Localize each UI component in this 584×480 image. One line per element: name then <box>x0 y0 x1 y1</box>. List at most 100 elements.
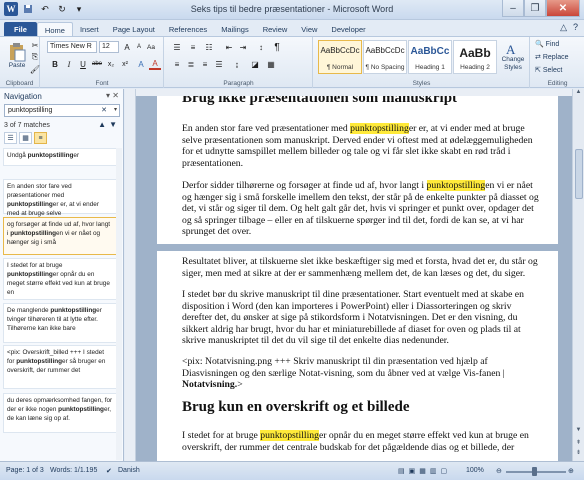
justify-icon[interactable]: ☰ <box>213 58 225 70</box>
help-icon[interactable]: ? <box>573 22 578 33</box>
text-effects-icon[interactable]: A <box>135 58 147 70</box>
vertical-scrollbar[interactable]: ▲ ▼ ⇞ ⇟ <box>572 89 584 461</box>
page-count[interactable]: Page: 1 of 3 <box>6 467 44 474</box>
grow-font-icon[interactable]: A <box>121 41 133 53</box>
document-heading: Brug ikke præsentationen som manuskript <box>182 96 458 106</box>
search-result-item[interactable]: En anden stor fare ved præsentationer me… <box>3 179 117 217</box>
tab-view[interactable]: View <box>294 22 324 37</box>
zoom-out-icon[interactable]: ⊖ <box>496 467 502 475</box>
search-result-item[interactable]: I stedet for at bruge punktopstillinger … <box>3 258 117 300</box>
underline-button[interactable]: U <box>77 58 89 70</box>
word-window: W ↶ ↻ ▾ Seks tips til bedre præsentation… <box>0 0 584 480</box>
browse-headings-icon[interactable]: ☰ <box>4 132 17 144</box>
search-highlight: punktopstilling <box>350 123 409 134</box>
word-count[interactable]: Words: 1/1.195 <box>50 467 97 474</box>
copy-icon[interactable]: ⎘ <box>29 51 41 63</box>
replace-icon: ⇄ <box>535 54 541 61</box>
tab-file[interactable]: File <box>4 22 37 37</box>
view-buttons[interactable]: ▤▣▦▥▢ <box>398 467 451 475</box>
borders-icon[interactable]: ▦ <box>265 58 277 70</box>
increase-indent-icon[interactable]: ⇥ <box>237 41 249 53</box>
style-normal[interactable]: AaBbCcDc ¶ Normal <box>318 40 362 74</box>
vertical-ruler <box>125 89 136 461</box>
show-formatting-icon[interactable]: ¶ <box>271 41 283 53</box>
style-no-spacing[interactable]: AaBbCcDc ¶ No Spacing <box>363 40 407 74</box>
next-page-icon[interactable]: ⇟ <box>573 449 584 459</box>
scrollbar-thumb[interactable] <box>575 149 583 199</box>
style-heading-1[interactable]: AaBbCc Heading 1 <box>408 40 452 74</box>
change-styles-button[interactable]: A Change Styles <box>498 39 528 75</box>
tab-home[interactable]: Home <box>36 22 73 37</box>
align-right-icon[interactable]: ≡ <box>199 58 211 70</box>
select-button[interactable]: ⇱ Select <box>535 66 583 75</box>
italic-button[interactable]: I <box>63 58 75 70</box>
status-bar: Page: 1 of 3 Words: 1/1.195 ✔ Danish ▤▣▦… <box>0 461 584 480</box>
font-group-label: Font <box>95 80 109 87</box>
browse-pages-icon[interactable]: ▦ <box>19 132 32 144</box>
decrease-indent-icon[interactable]: ⇤ <box>223 41 235 53</box>
subscript-button[interactable]: x₂ <box>105 58 117 70</box>
search-result-item[interactable]: Undgå punktopstillinger <box>3 148 117 166</box>
shading-icon[interactable]: ◪ <box>249 58 261 70</box>
clipboard-group: Paste ✂ ⎘ 🖌 Clipboard <box>0 37 40 88</box>
align-left-icon[interactable]: ≡ <box>171 58 183 70</box>
language[interactable]: Danish <box>118 467 140 474</box>
font-name-combo[interactable]: Times New R <box>47 41 97 53</box>
font-size-combo[interactable]: 12 <box>99 41 119 53</box>
browse-results-icon[interactable]: ≡ <box>34 132 47 144</box>
tab-review[interactable]: Review <box>256 22 295 37</box>
superscript-button[interactable]: x² <box>119 58 131 70</box>
shrink-font-icon[interactable]: A <box>133 41 145 53</box>
next-match-icon[interactable]: ▼ <box>109 120 117 129</box>
zoom-slider-thumb[interactable] <box>532 467 537 476</box>
tab-developer[interactable]: Developer <box>324 22 372 37</box>
change-styles-icon: A <box>506 42 516 56</box>
search-result-item[interactable]: du deres opmærksomhed fangen, for der er… <box>3 393 117 433</box>
restore-button[interactable]: ❐ <box>524 0 546 17</box>
tab-insert[interactable]: Insert <box>73 22 106 37</box>
close-button[interactable]: ✕ <box>546 0 580 17</box>
previous-match-icon[interactable]: ▲ <box>98 120 106 129</box>
match-navigation: ▲ ▼ <box>98 120 117 129</box>
document-page[interactable]: Brug ikke præsentationen som manuskript … <box>157 96 558 461</box>
font-color-icon[interactable]: A <box>149 58 161 70</box>
tab-references[interactable]: References <box>162 22 214 37</box>
cut-icon[interactable]: ✂ <box>29 39 41 51</box>
scroll-up-icon[interactable]: ▲ <box>573 89 584 99</box>
scroll-down-icon[interactable]: ▼ <box>573 427 584 437</box>
document-paragraph: <pix: Notatvisning.png +++ Skriv manuskr… <box>182 356 505 391</box>
search-result-item[interactable]: og forsøger at finde ud af, hvor langt i… <box>3 217 117 255</box>
proofing-icon[interactable]: ✔ <box>106 467 112 475</box>
align-center-icon[interactable]: ≣ <box>185 58 197 70</box>
replace-button[interactable]: ⇄ Replace <box>535 53 583 62</box>
navigation-close-icon[interactable]: ▾ ✕ <box>106 91 119 100</box>
format-painter-icon[interactable]: 🖌 <box>29 63 41 75</box>
zoom-in-icon[interactable]: ⊕ <box>568 467 574 475</box>
search-result-item[interactable]: <pix: Overskrift_billed +++ I stedet for… <box>3 345 117 389</box>
paste-button[interactable]: Paste <box>4 40 30 70</box>
sort-icon[interactable]: ↕ <box>255 41 267 53</box>
search-options-icon[interactable]: ▾ <box>114 105 117 116</box>
multilevel-list-icon[interactable]: ☷ <box>203 41 215 53</box>
style-heading-2[interactable]: AaBb Heading 2 <box>453 40 497 74</box>
zoom-level[interactable]: 100% <box>466 467 484 474</box>
numbering-icon[interactable]: ≡ <box>187 41 199 53</box>
minimize-button[interactable]: – <box>502 0 524 17</box>
search-result-item[interactable]: De manglende punktopstillinger tvinger t… <box>3 303 117 343</box>
tab-mailings[interactable]: Mailings <box>214 22 256 37</box>
clear-search-icon[interactable]: ✕ <box>101 105 107 116</box>
navigation-scrollbar[interactable] <box>116 148 122 460</box>
navigation-search-input[interactable]: punktopstilling ✕ ▾ <box>4 104 120 117</box>
find-button[interactable]: 🔍 Find <box>535 40 583 49</box>
search-highlight: punktopstilling <box>260 430 319 441</box>
strikethrough-button[interactable]: abe <box>91 58 103 70</box>
bold-button[interactable]: B <box>49 58 61 70</box>
change-case-icon[interactable]: Aa <box>145 41 157 53</box>
previous-page-icon[interactable]: ⇞ <box>573 439 584 449</box>
bullets-icon[interactable]: ☰ <box>171 41 183 53</box>
ribbon: Paste ✂ ⎘ 🖌 Clipboard Times New R 12 A A… <box>0 36 584 88</box>
styles-group: AaBbCcDc ¶ Normal AaBbCcDc ¶ No Spacing … <box>314 37 530 88</box>
tab-page-layout[interactable]: Page Layout <box>106 22 162 37</box>
line-spacing-icon[interactable]: ↨ <box>231 58 243 70</box>
minimize-ribbon-icon[interactable]: △ <box>560 22 567 33</box>
